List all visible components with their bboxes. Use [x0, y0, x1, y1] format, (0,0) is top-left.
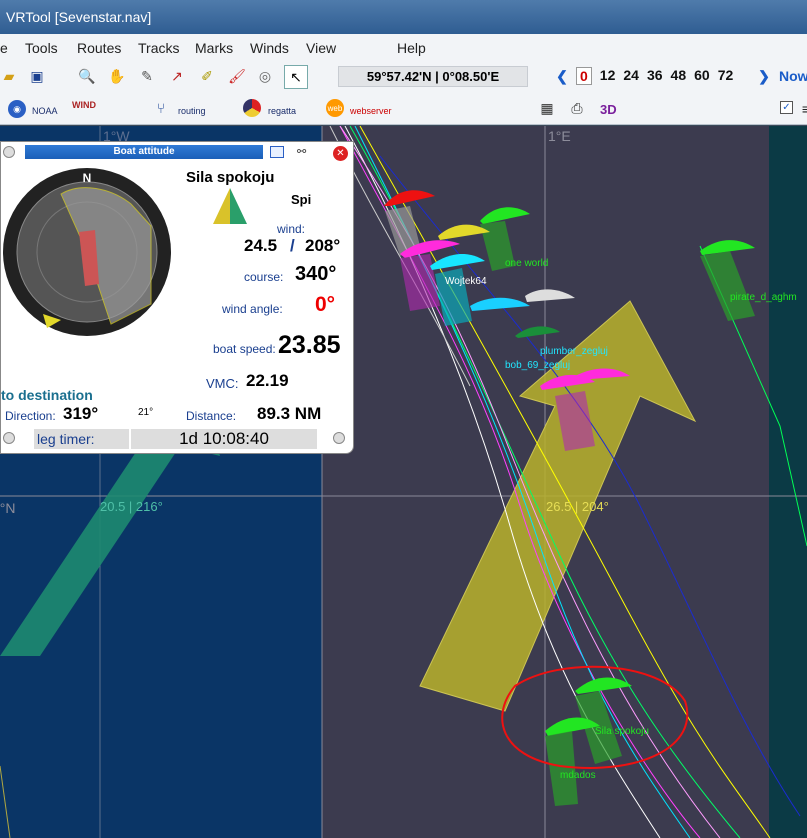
menu-tracks[interactable]: Tracks: [138, 40, 179, 56]
printer-icon[interactable]: ⎙: [568, 99, 586, 117]
pin-icon[interactable]: [3, 146, 15, 158]
boat-label[interactable]: bob_69_zegluj: [505, 360, 570, 371]
compass-north: N: [83, 171, 92, 185]
boat-name: Sila spokoju: [186, 169, 275, 186]
panel-title: Boat attitude: [25, 145, 263, 159]
boat-speed-label: boat speed:: [213, 342, 276, 356]
noaa-label[interactable]: NOAA: [32, 106, 58, 116]
wind-label[interactable]: WIND: [72, 100, 96, 110]
coordinate-readout: 59°57.42'N | 0°08.50'E: [338, 66, 528, 87]
checkbox[interactable]: ✓: [780, 101, 793, 114]
sail-type: Spi: [291, 192, 312, 207]
leg-timer-value: 1d 10:08:40: [131, 429, 317, 449]
boat-label[interactable]: plumber_zegluj: [540, 346, 608, 357]
secondary-toolbar: ◉ NOAA WIND ⑂ routing regatta web webser…: [0, 92, 807, 125]
target-icon[interactable]: ◎: [256, 67, 274, 85]
direction-value: 319°: [63, 404, 99, 423]
mark-pen-icon[interactable]: ✐: [198, 67, 216, 85]
vmc-label: VMC:: [206, 376, 239, 391]
hour-0[interactable]: 0: [576, 67, 592, 85]
distance-value: 89.3 NM: [257, 404, 322, 423]
save-icon[interactable]: ▣: [28, 67, 46, 85]
window-title: VRTool [Sevenstar.nav]: [6, 9, 152, 25]
menu-routes[interactable]: Routes: [77, 40, 121, 56]
boat-label[interactable]: pirate_d_aghm: [730, 292, 797, 303]
measure-icon[interactable]: ✎: [138, 67, 156, 85]
leg-timer-label: leg timer:: [34, 429, 129, 449]
main-toolbar: ▰ ▣ 🔍 ✋ ✎ ↗ ✐ 🖌 ◎ ↖ 59°57.42'N | 0°08.50…: [0, 62, 807, 92]
noaa-icon[interactable]: ◉: [8, 100, 26, 118]
boat-label[interactable]: mdados: [560, 770, 596, 781]
zoom-icon[interactable]: 🔍: [78, 67, 96, 85]
wind-direction: 208°: [305, 236, 341, 255]
wind-separator: /: [290, 236, 295, 255]
brush-icon[interactable]: 🖌: [228, 67, 246, 85]
menu-file[interactable]: e: [0, 40, 8, 56]
pan-hand-icon[interactable]: ✋: [108, 67, 126, 85]
direction-label: Direction:: [5, 409, 56, 423]
time-back-icon[interactable]: ❮: [553, 67, 571, 85]
sail-icon: [213, 188, 247, 224]
connect-icon[interactable]: ⚯: [297, 145, 306, 158]
compass-dial: N: [3, 168, 171, 336]
routing-label[interactable]: routing: [178, 106, 206, 116]
distance-label: Distance:: [186, 409, 237, 423]
hour-24[interactable]: 24: [623, 67, 639, 85]
heel-angle: 21°: [138, 407, 154, 418]
boat-label[interactable]: Wojtek64: [445, 276, 487, 287]
wind-label-left: 20.5 | 216°: [100, 499, 163, 514]
lat-label: 0°N: [0, 500, 16, 516]
boat-attitude-panel: Boat attitude ⚯ ✕ N Sila spokoju Spi win…: [0, 141, 354, 454]
destination-label: to destination: [1, 387, 93, 403]
lon-label-right: 1°E: [548, 128, 571, 144]
wind-angle-label: wind angle:: [222, 302, 283, 316]
hour-48[interactable]: 48: [671, 67, 687, 85]
menu-tools[interactable]: Tools: [25, 40, 58, 56]
boat-label[interactable]: Sila spokoju: [595, 726, 649, 737]
hour-72[interactable]: 72: [718, 67, 734, 85]
boat-speed-value: 23.85: [278, 331, 341, 359]
time-forward-icon[interactable]: ❯: [755, 67, 773, 85]
menu-marks[interactable]: Marks: [195, 40, 233, 56]
menu-bar: e Tools Routes Tracks Marks Winds View H…: [0, 34, 807, 62]
wind-angle-value: 0°: [315, 293, 336, 316]
now-button[interactable]: Now!: [779, 68, 807, 84]
webserver-icon[interactable]: web: [326, 99, 344, 117]
calculator-icon[interactable]: ▦: [538, 99, 556, 117]
regatta-label[interactable]: regatta: [268, 106, 296, 116]
title-bar: VRTool [Sevenstar.nav]: [0, 0, 807, 34]
route-draw-icon[interactable]: ↗: [168, 67, 186, 85]
hour-12[interactable]: 12: [600, 67, 616, 85]
vmc-value: 22.19: [246, 371, 289, 390]
reset-right-icon[interactable]: [333, 432, 345, 444]
menu-view[interactable]: View: [306, 40, 336, 56]
menu-winds[interactable]: Winds: [250, 40, 289, 56]
regatta-icon[interactable]: [243, 99, 261, 117]
routing-icon[interactable]: ⑂: [152, 99, 170, 117]
open-folder-icon[interactable]: ▰: [0, 67, 18, 85]
webserver-label[interactable]: webserver: [350, 106, 392, 116]
3d-button[interactable]: 3D: [600, 102, 617, 117]
close-icon[interactable]: ✕: [333, 146, 348, 161]
pointer-icon[interactable]: ↖: [284, 65, 308, 89]
hour-36[interactable]: 36: [647, 67, 663, 85]
course-value: 340°: [295, 263, 337, 285]
menu-help[interactable]: Help: [397, 40, 426, 56]
window-icon[interactable]: [270, 146, 284, 158]
forecast-hours: 0 12 24 36 48 60 72: [576, 67, 733, 85]
wind-speed: 24.5: [244, 236, 278, 255]
hour-60[interactable]: 60: [694, 67, 710, 85]
wind-label: wind:: [277, 222, 306, 236]
wind-label-right: 26.5 | 204°: [546, 499, 609, 514]
boat-label[interactable]: one world: [505, 258, 548, 269]
water-right: [769, 126, 807, 838]
course-label: course:: [244, 270, 284, 284]
reset-left-icon[interactable]: [3, 432, 15, 444]
menu-lines-icon[interactable]: ≡: [797, 100, 807, 118]
